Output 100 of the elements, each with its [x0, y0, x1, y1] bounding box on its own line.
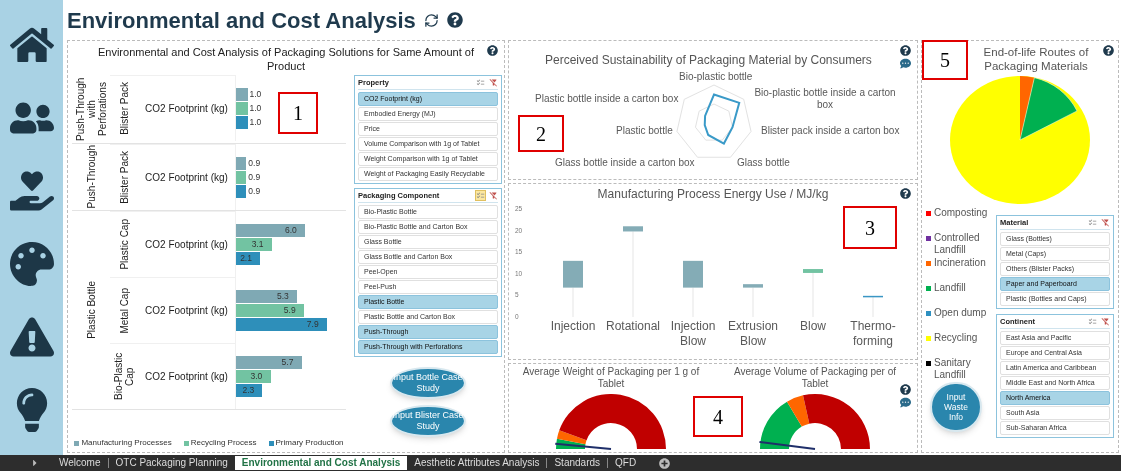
legend-label: Controlled Landfill [934, 232, 981, 256]
help-icon[interactable] [487, 45, 498, 56]
axis-label: Blister pack inside a carton box [761, 125, 900, 137]
data-label: 1.0 [249, 87, 262, 101]
palette-icon[interactable] [9, 242, 54, 287]
help-icon[interactable] [446, 12, 463, 28]
item-label: Blister Pack [118, 82, 130, 135]
legend-label: Manufacturing Processes [81, 437, 172, 449]
bar [236, 170, 247, 184]
property-label: CO2 Footprint (kg) [145, 304, 228, 318]
panel-title: Manufacturing Process Energy Use / MJ/kg [596, 186, 830, 203]
property-label: CO2 Footprint (kg) [145, 171, 228, 185]
hand-icon[interactable] [9, 168, 54, 213]
property-label: CO2 Footprint (kg) [145, 370, 228, 384]
data-label: 5.3 [276, 289, 289, 303]
category-label: Injection Blow [669, 319, 717, 349]
bar [236, 303, 304, 317]
legend-swatch [74, 440, 80, 446]
sheet-tab[interactable]: OTC Packaging Planning [108, 456, 235, 470]
sheet-tab[interactable]: Standards [547, 456, 608, 470]
bar [683, 260, 703, 288]
item-label: Plastic Cap [118, 219, 130, 270]
warning-icon[interactable] [9, 315, 54, 360]
category-label: Blow [799, 319, 827, 335]
bar [563, 260, 583, 288]
axis-label: Plastic bottle [616, 125, 673, 137]
bar [236, 101, 248, 115]
page-title: Environmental and Cost Analysis [67, 6, 416, 35]
data-label: 2.1 [240, 251, 252, 265]
legend-label: Sanitary Landfill [934, 357, 972, 381]
data-label: 1.0 [249, 115, 262, 129]
gauge-title: Average Weight of Packaging per 1 g of Tablet [521, 366, 701, 390]
bar [623, 226, 643, 232]
data-label: 3.0 [250, 369, 263, 383]
callout-label: 3 [843, 206, 897, 249]
legend-label: Landfill [934, 282, 966, 294]
panel-title: Environmental and Cost Analysis of Packaging Solutions for Same Amount of Product [96, 45, 475, 73]
clear-filter-icon[interactable] [489, 78, 498, 87]
sheet-tab[interactable]: Environmental and Cost Analysis [234, 456, 408, 470]
refresh-icon[interactable] [423, 12, 439, 28]
add-sheet-icon[interactable] [659, 457, 671, 469]
group-label: Push-Through [85, 145, 97, 209]
data-label: 0.9 [248, 184, 261, 198]
bar [236, 156, 247, 170]
help-icon[interactable] [1103, 45, 1114, 56]
item-label: Blister Pack [118, 151, 130, 204]
legend-label: Composting [934, 207, 988, 219]
comment-icon[interactable] [900, 397, 911, 408]
callout-label: 5 [922, 40, 968, 80]
category-label: Extrusion Blow [727, 319, 779, 349]
data-label: 1.0 [249, 101, 262, 115]
legend-swatch [183, 440, 189, 446]
data-label: 3.1 [251, 237, 264, 251]
clear-filter-icon[interactable] [1101, 218, 1110, 227]
category-label: Injection [549, 319, 597, 335]
bar [236, 87, 248, 101]
help-icon[interactable] [900, 384, 911, 395]
bar [236, 115, 248, 129]
legend-label: Incineration [934, 257, 986, 269]
legend-swatch [268, 440, 274, 446]
data-label: 5.9 [283, 303, 296, 317]
property-label: CO2 Footprint (kg) [145, 238, 228, 252]
sheet-tab[interactable]: Welcome [52, 456, 108, 470]
item-label: Bio-Plastic Cap [113, 351, 135, 403]
data-label: 7.9 [306, 317, 319, 331]
bar [743, 284, 763, 288]
axis-label: Glass bottle inside a carton box [555, 157, 695, 169]
sheet-tab[interactable]: Aesthetic Attributes Analysis [407, 456, 547, 470]
bar [236, 289, 297, 303]
waste-info-button[interactable]: Input Waste Info [930, 382, 982, 432]
data-label: 5.7 [281, 355, 294, 369]
bar [803, 269, 823, 273]
group-label: Plastic Bottle [85, 281, 97, 339]
legend-label: Recycling [934, 332, 978, 344]
clear-filter-icon[interactable] [1101, 317, 1110, 326]
legend-label: Recycling Process [190, 437, 257, 449]
legend-label: Open dump [934, 307, 987, 319]
callout-label: 1 [278, 92, 318, 134]
callout-label: 2 [518, 115, 564, 152]
data-label: 2.3 [242, 383, 255, 397]
panel-title: Perceived Sustainability of Packaging Material by Consumers [545, 52, 872, 69]
axis-label: Bio-plastic bottle [679, 71, 753, 83]
category-label: Rotational [604, 319, 661, 335]
axis-label: Glass bottle [737, 157, 790, 169]
gauge-title: Average Volume of Packaging per of Tablet [732, 366, 898, 390]
help-icon[interactable] [900, 45, 911, 56]
data-label: 0.9 [248, 170, 261, 184]
bar [236, 383, 263, 397]
axis-label: Plastic bottle inside a carton box [535, 93, 679, 105]
clear-filter-icon[interactable] [489, 191, 498, 200]
callout-label: 4 [693, 396, 743, 437]
data-label: 6.0 [285, 223, 297, 237]
comment-icon[interactable] [900, 58, 911, 69]
axis-label: Bio-plastic bottle inside a carton box [753, 87, 897, 111]
help-icon[interactable] [900, 188, 911, 199]
legend-label: Primary Production [275, 437, 344, 449]
sheet-tab[interactable]: QFD [608, 456, 644, 470]
data-label: 0.9 [248, 156, 261, 170]
category-label: Thermo-forming [849, 319, 897, 349]
item-label: Metal Cap [118, 287, 130, 334]
